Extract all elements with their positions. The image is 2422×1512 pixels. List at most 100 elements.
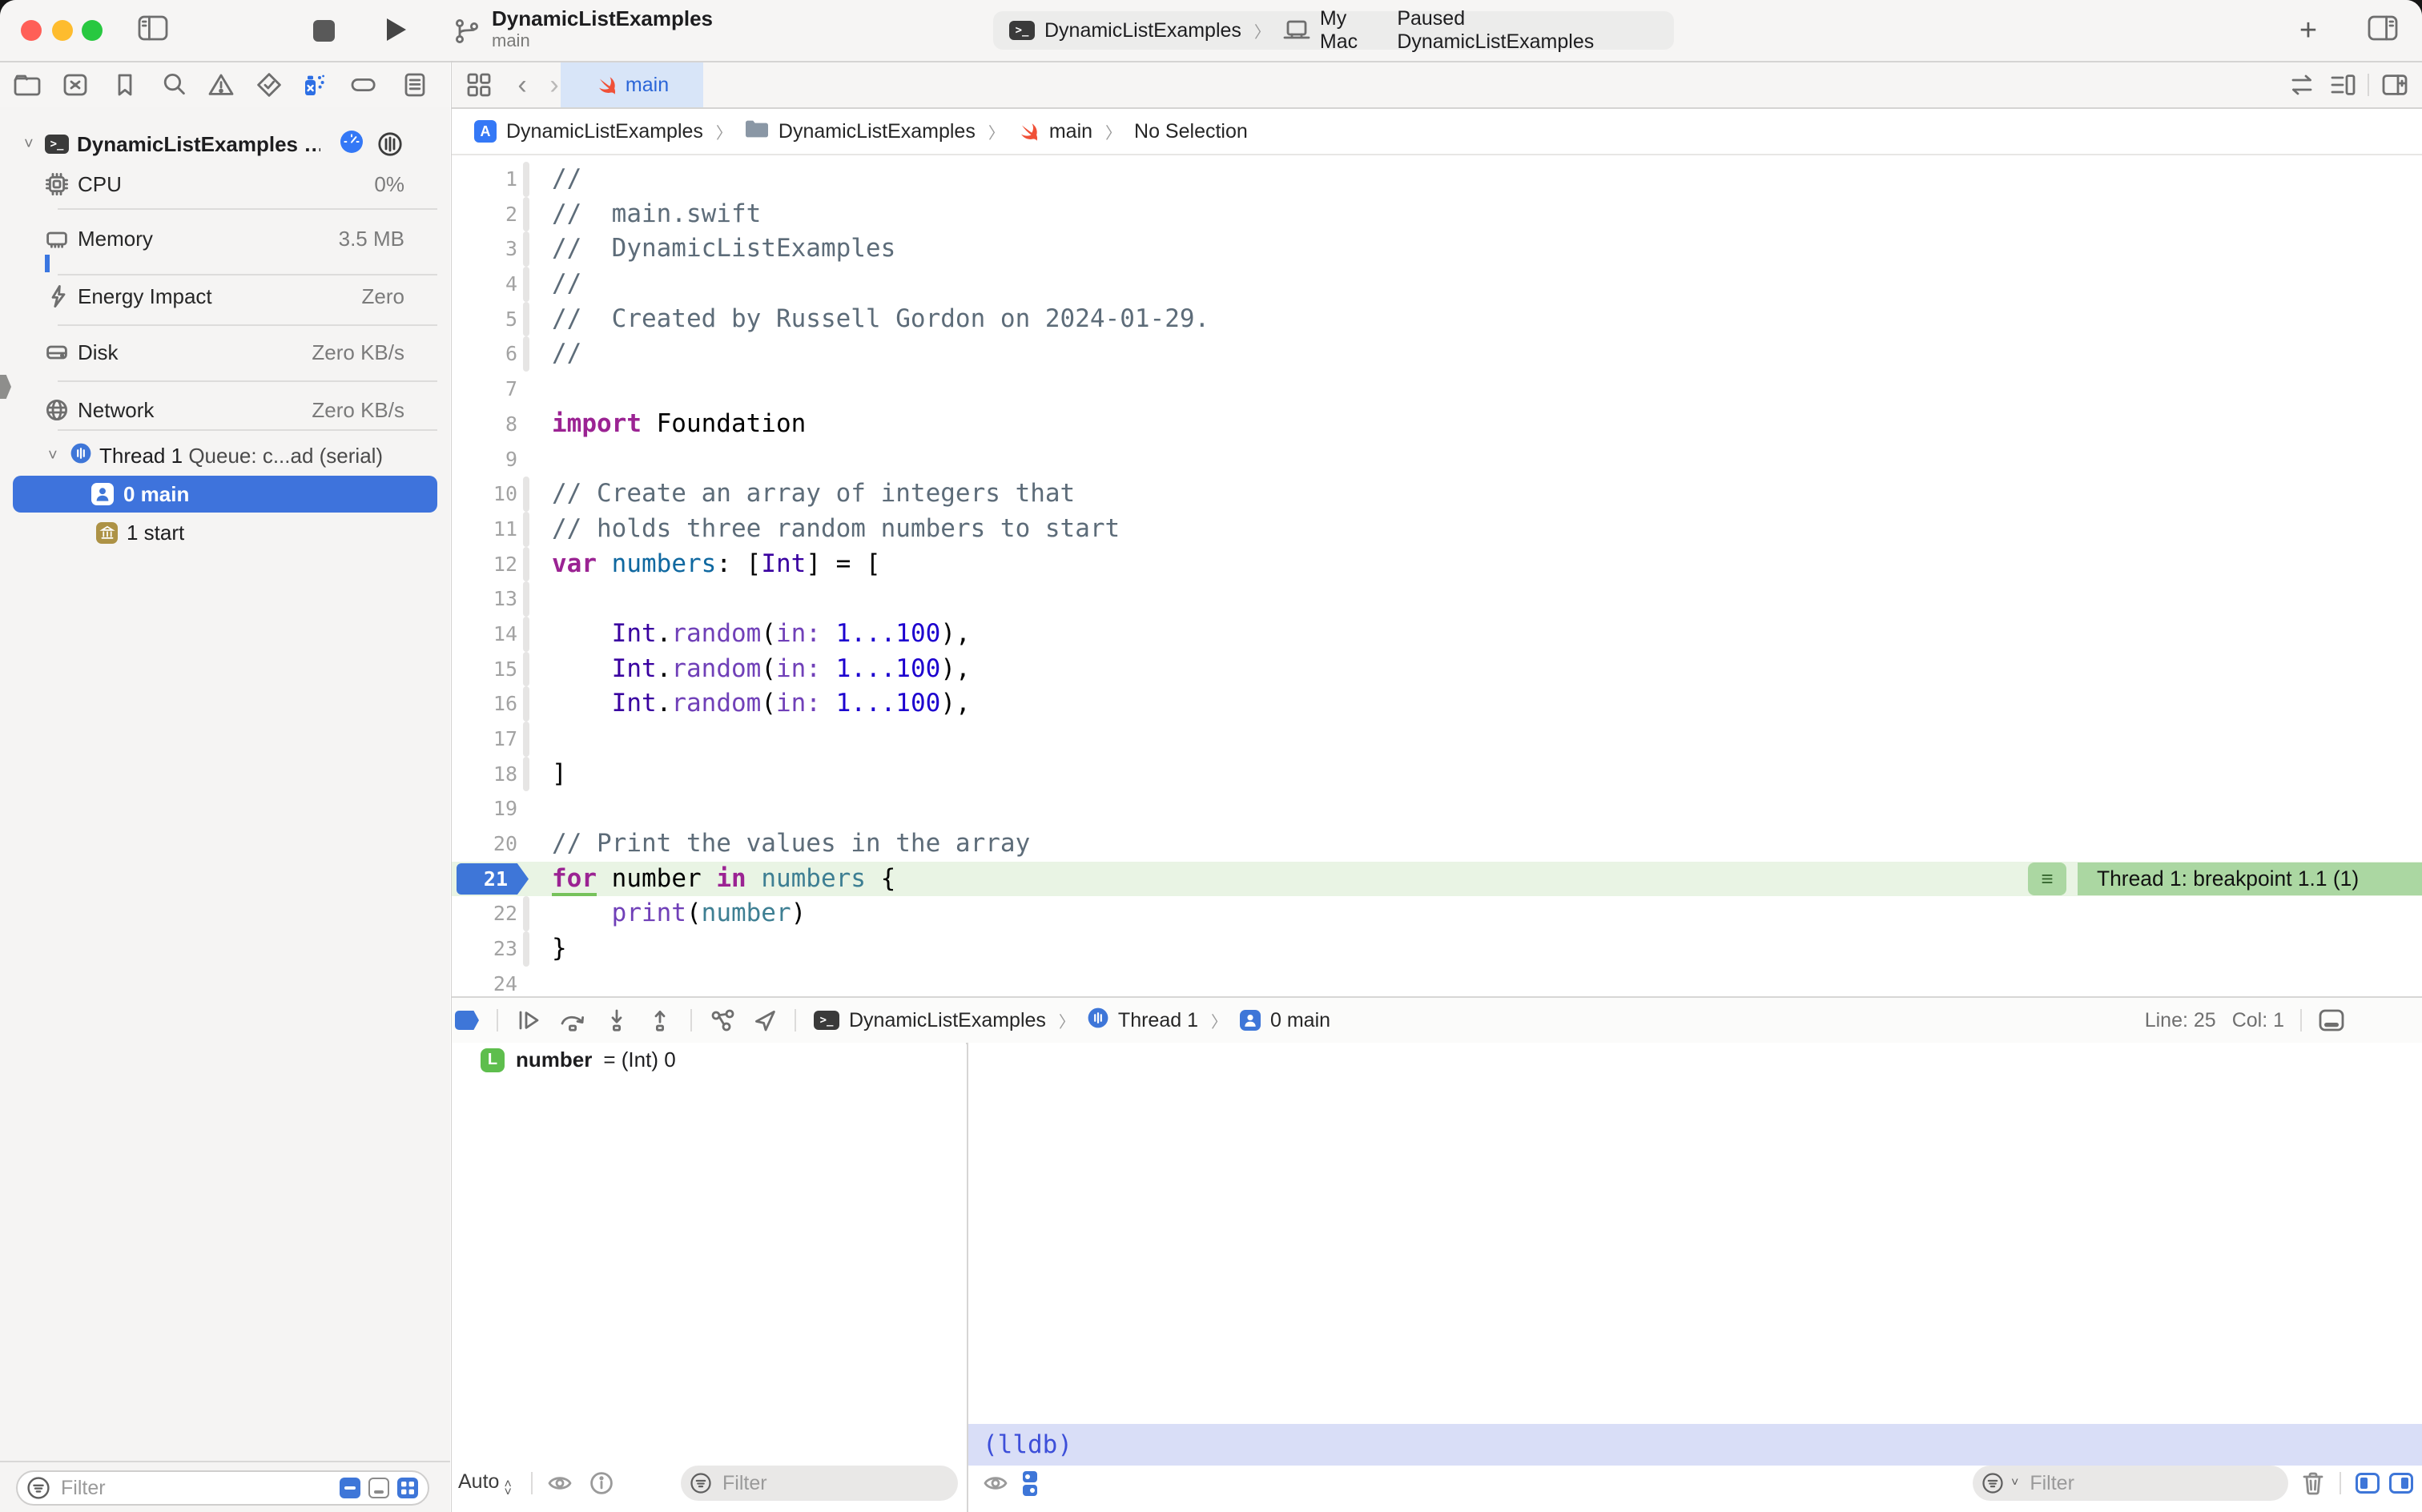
line-number[interactable]: 10 [452, 477, 517, 512]
line-number[interactable]: 20 [452, 826, 517, 862]
debug-memory-graph-icon[interactable] [710, 1008, 735, 1032]
process-row[interactable]: ˅ >_ DynamicListExamples … [0, 125, 450, 163]
run-destination[interactable]: My Mac [1320, 7, 1387, 54]
breakpoint-annotation[interactable]: ≡Thread 1: breakpoint 1.1 (1) [2028, 863, 2422, 896]
console-filter-input[interactable] [2026, 1470, 2279, 1497]
line-number[interactable]: 24 [452, 967, 517, 996]
breakpoint-badge[interactable]: 21 [457, 863, 529, 895]
line-number[interactable]: 2 [452, 197, 517, 232]
line-number[interactable]: 16 [452, 686, 517, 722]
show-console-pane-icon[interactable] [2389, 1473, 2413, 1494]
line-number[interactable]: 8 [452, 407, 517, 442]
thread-row[interactable]: ˅ Thread 1 Queue: c...ad (serial) [0, 437, 450, 474]
code-line[interactable]: 2// main.swift [452, 197, 2422, 232]
toggle-navigator-icon[interactable] [138, 14, 168, 42]
jumpbar-item-project[interactable]: DynamicListExamples [506, 120, 703, 143]
code-line[interactable]: 16 Int.random(in: 1...100), [452, 686, 2422, 722]
code-line[interactable]: 6// [452, 336, 2422, 372]
close-button[interactable] [21, 20, 42, 41]
quicklook-eye-icon[interactable] [547, 1474, 573, 1493]
step-into-icon[interactable] [604, 1008, 630, 1032]
code-line[interactable]: 5// Created by Russell Gordon on 2024-01… [452, 302, 2422, 337]
code-line[interactable]: 23} [452, 931, 2422, 967]
editor-grid-icon[interactable] [465, 70, 493, 99]
show-recent-icon[interactable] [340, 1478, 360, 1498]
toggle-inspector-icon[interactable] [2368, 14, 2398, 42]
tab-main[interactable]: main [561, 62, 703, 107]
run-button[interactable] [384, 16, 408, 43]
stack-frame-row-selected[interactable]: 0 main [0, 476, 450, 513]
code-line[interactable]: 17 [452, 722, 2422, 757]
quicklook-eye-icon[interactable] [983, 1474, 1008, 1493]
step-over-icon[interactable] [559, 1008, 586, 1032]
scheme-destination-pill[interactable]: >_ DynamicListExamples 〉 My Mac Paused D… [993, 11, 1674, 50]
add-editor-icon[interactable] [2380, 70, 2409, 99]
variables-filter-input[interactable] [719, 1470, 948, 1497]
profile-in-instruments-icon[interactable] [378, 132, 402, 156]
console-mode-icon[interactable] [1023, 1471, 1037, 1496]
breakpoints-toggle-icon[interactable] [455, 1011, 479, 1030]
flatten-list-icon[interactable] [397, 1478, 418, 1498]
code-line[interactable]: 20// Print the values in the array [452, 826, 2422, 862]
code-line[interactable]: 12var numbers: [Int] = [ [452, 547, 2422, 582]
chevron-down-icon[interactable]: ˅ [2011, 1476, 2018, 1490]
code-line[interactable]: 7 [452, 372, 2422, 407]
debug-crumb-thread[interactable]: Thread 1 [1118, 1009, 1198, 1032]
debug-navigator-icon[interactable] [298, 70, 327, 99]
line-number[interactable]: 1 [452, 162, 517, 197]
adjust-editor-options-icon[interactable] [2329, 70, 2358, 99]
code-line[interactable]: 21for number in numbers {≡Thread 1: brea… [452, 862, 2422, 897]
disk-gauge-row[interactable]: Disk Zero KB/s [0, 333, 450, 372]
minimize-button[interactable] [52, 20, 73, 41]
line-number[interactable]: 12 [452, 547, 517, 582]
find-navigator-icon[interactable] [160, 70, 189, 99]
line-number[interactable]: 19 [452, 791, 517, 826]
code-line[interactable]: 3// DynamicListExamples [452, 231, 2422, 267]
frame-label[interactable]: 0 main [123, 482, 189, 507]
memory-gauge-row[interactable]: Memory 3.5 MB [0, 219, 450, 258]
variables-filter-field[interactable] [681, 1466, 958, 1501]
performance-gauge-icon[interactable] [340, 130, 364, 159]
line-number[interactable]: 14 [452, 617, 517, 652]
line-number[interactable]: 11 [452, 512, 517, 547]
show-variables-pane-icon[interactable] [2356, 1473, 2380, 1494]
line-number[interactable]: 15 [452, 652, 517, 687]
info-icon[interactable] [590, 1472, 613, 1494]
breakpoints-navigator-icon[interactable] [349, 70, 378, 99]
jumpbar-item-file[interactable]: main [1049, 120, 1092, 143]
tests-navigator-icon[interactable] [255, 70, 284, 99]
code-line[interactable]: 24 [452, 967, 2422, 996]
code-line[interactable]: 15 Int.random(in: 1...100), [452, 652, 2422, 687]
bookmarks-navigator-icon[interactable] [111, 70, 139, 99]
code-line[interactable]: 1// [452, 162, 2422, 197]
step-out-icon[interactable] [647, 1008, 673, 1032]
reports-navigator-icon[interactable] [400, 70, 429, 99]
variables-view[interactable]: L number = (Int) 0 Auto˄˅ [452, 1043, 966, 1512]
code-line[interactable]: 10// Create an array of integers that [452, 477, 2422, 512]
debug-crumb-process[interactable]: DynamicListExamples [849, 1009, 1046, 1032]
swap-editors-icon[interactable] [2287, 70, 2316, 99]
line-number[interactable]: 7 [452, 372, 517, 407]
line-number[interactable]: 4 [452, 267, 517, 302]
code-line[interactable]: 18] [452, 757, 2422, 792]
cpu-gauge-row[interactable]: CPU 0% [0, 165, 450, 203]
navigator-filter-field[interactable] [16, 1470, 429, 1506]
line-number[interactable]: 23 [452, 931, 517, 967]
scheme-name[interactable]: DynamicListExamples [1044, 19, 1241, 42]
line-number[interactable]: 5 [452, 302, 517, 337]
debug-crumb-frame[interactable]: 0 main [1270, 1009, 1330, 1032]
code-line[interactable]: 9 [452, 442, 2422, 477]
code-line[interactable]: 13 [452, 581, 2422, 617]
code-line[interactable]: 8import Foundation [452, 407, 2422, 442]
line-number[interactable]: 13 [452, 581, 517, 617]
line-number[interactable]: 22 [452, 896, 517, 931]
line-number[interactable]: 6 [452, 336, 517, 372]
process-name[interactable]: DynamicListExamples … [77, 132, 320, 157]
scope-selector[interactable]: Auto˄˅ [458, 1470, 512, 1497]
project-navigator-icon[interactable] [13, 70, 42, 99]
continue-execution-icon[interactable] [516, 1008, 541, 1032]
code-line[interactable]: 14 Int.random(in: 1...100), [452, 617, 2422, 652]
variable-row[interactable]: L number = (Int) 0 [481, 1048, 676, 1072]
code-line[interactable]: 19 [452, 791, 2422, 826]
network-gauge-row[interactable]: Network Zero KB/s [0, 391, 450, 429]
